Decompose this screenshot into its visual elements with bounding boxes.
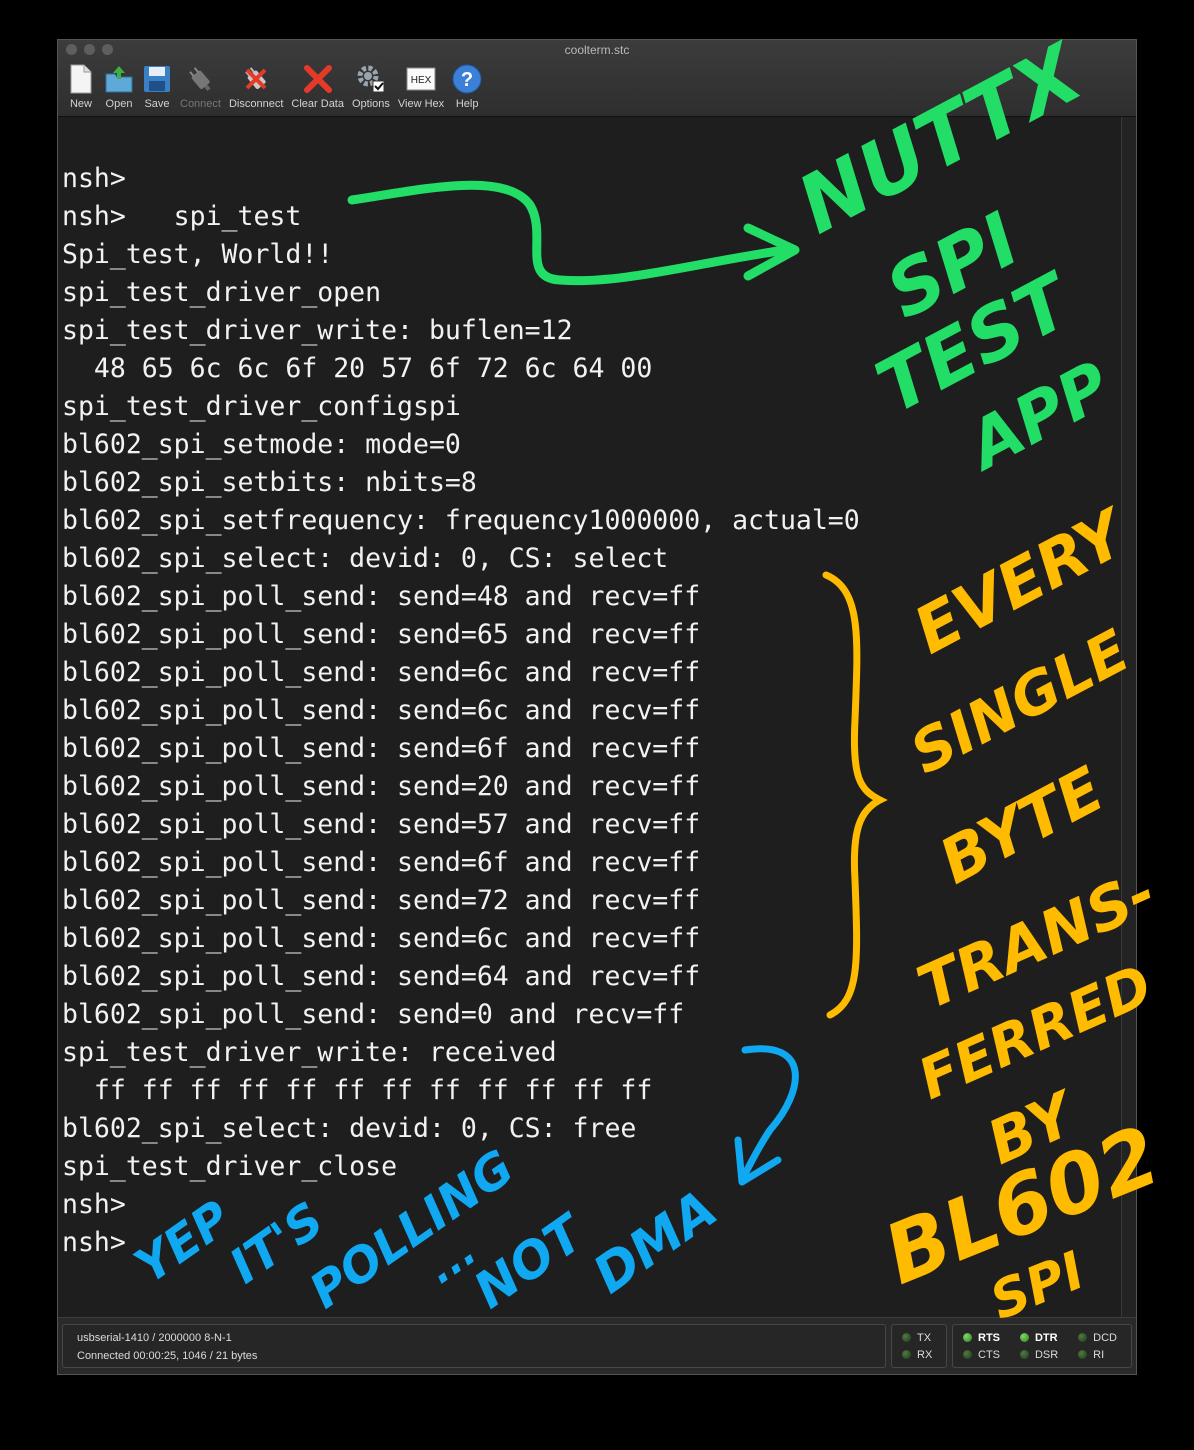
handwritten-annotations: NUTTX SPI TEST APP EVERY SINGLE BYTE TRA… [125,25,1173,1332]
blue-line-5: NOT [464,1202,597,1320]
blue-line-6: DMA [583,1179,728,1306]
orange-annotation: EVERY SINGLE BYTE TRANS- FERRED BY BL602… [822,495,1173,1332]
green-line-1: NUTTX [783,25,1099,252]
blue-annotation: YEP IT'S POLLING ... NOT DMA [125,1045,799,1320]
green-arrow [347,180,790,286]
orange-brace [822,571,888,1019]
blue-arrow [738,1045,799,1184]
blue-line-1: YEP [125,1190,241,1295]
green-annotation: NUTTX SPI TEST APP [347,25,1123,486]
